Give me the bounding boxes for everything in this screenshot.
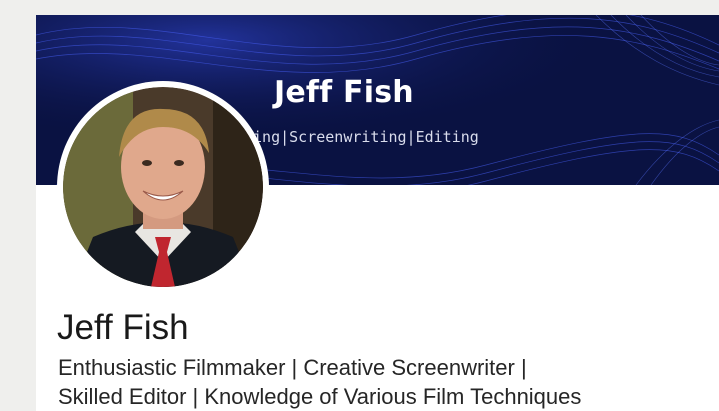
profile-name: Jeff Fish [57,308,189,347]
avatar[interactable] [57,81,269,293]
banner-tagline: king|Screenwriting|Editing [244,128,479,146]
headline-line: Enthusiastic Filmmaker | Creative Screen… [58,355,527,380]
headline-line: Skilled Editor | Knowledge of Various Fi… [58,384,582,409]
profile-headline: Enthusiastic Filmmaker | Creative Screen… [58,353,708,411]
banner-name: Jeff Fish [274,75,414,110]
profile-photo-icon [63,87,263,287]
profile-card: Jeff Fish king|Screenwriting|Editing Jef… [36,15,719,411]
